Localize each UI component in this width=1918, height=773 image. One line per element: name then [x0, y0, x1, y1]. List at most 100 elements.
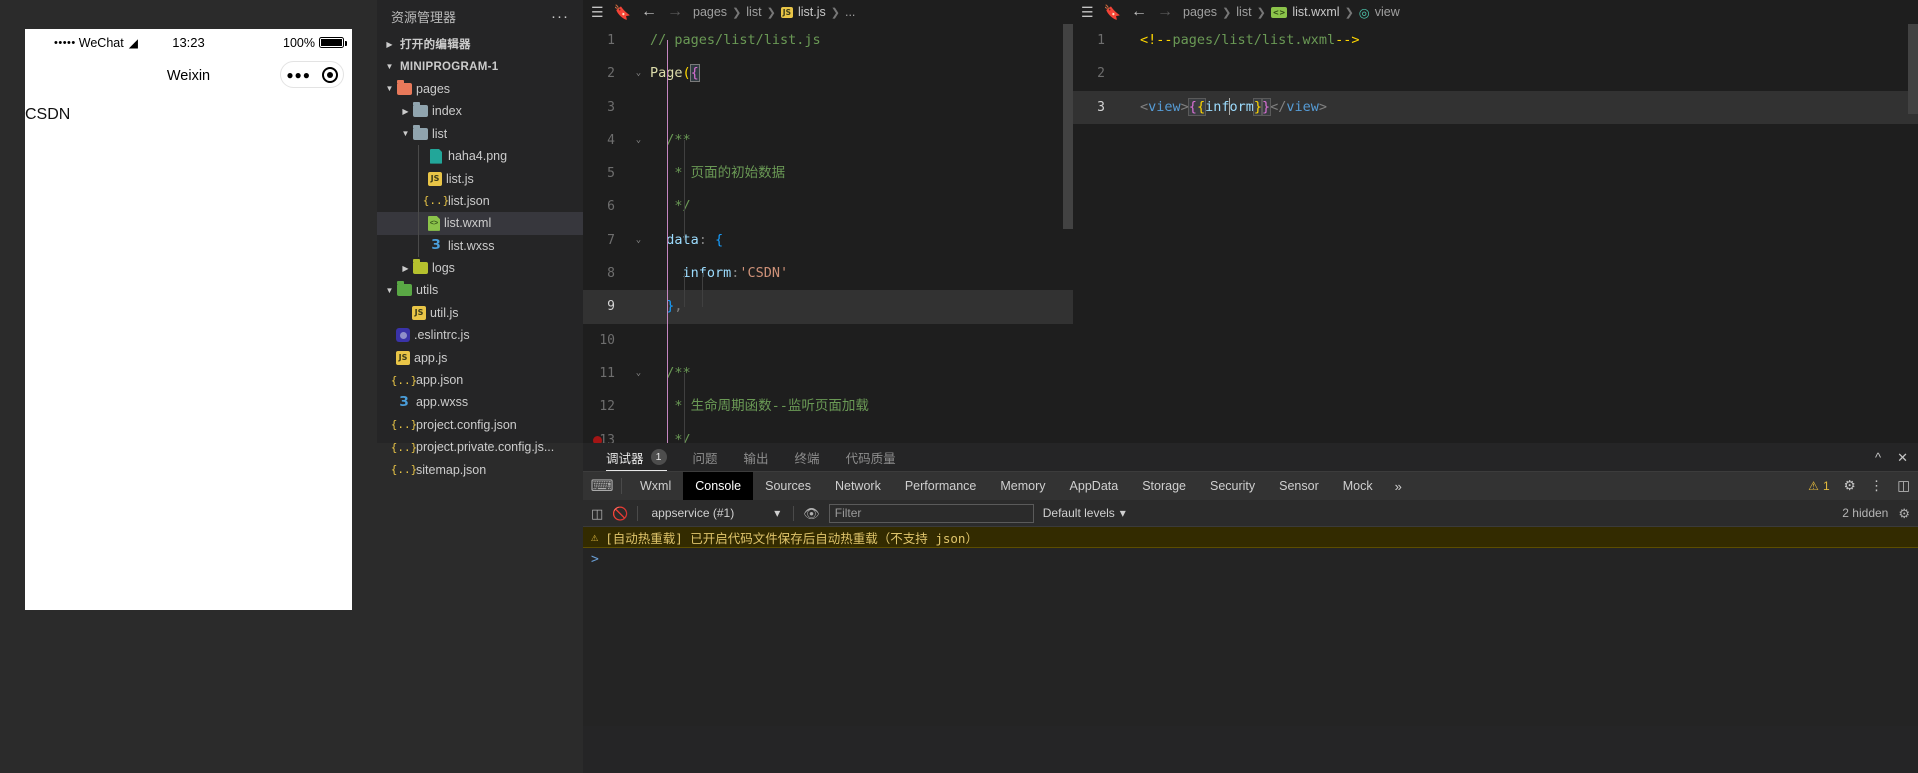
explorer-section-open-editors[interactable]: ▶ 打开的编辑器	[377, 33, 583, 55]
devtools-tab-mock[interactable]: Mock	[1331, 472, 1385, 501]
breadcrumb-item-list[interactable]: list	[1236, 5, 1251, 19]
fold-chevron-icon[interactable]: ⌄	[631, 357, 646, 390]
console-context-select[interactable]: appservice (#1) ▾	[647, 506, 784, 520]
code-line[interactable]: 2 ⌄Page({	[583, 57, 1073, 90]
tree-item-utils[interactable]: ▼ utils	[377, 279, 583, 301]
console-levels-select[interactable]: Default levels ▾	[1043, 506, 1126, 520]
code-line[interactable]: 7 ⌄ data: {	[583, 224, 1073, 257]
breadcrumb-item-pages[interactable]: pages	[693, 5, 727, 19]
fold-chevron-icon[interactable]: ⌄	[631, 124, 646, 157]
fold-chevron-icon[interactable]: ⌄	[631, 57, 646, 90]
chevron-down-icon[interactable]: ▼	[383, 84, 396, 93]
tree-item-haha4-png[interactable]: haha4.png	[377, 145, 583, 167]
close-icon[interactable]: ✕	[1897, 451, 1908, 464]
code-line[interactable]: 1 <!--pages/list/list.wxml-->	[1073, 24, 1918, 57]
tree-item--eslintrc-js[interactable]: .eslintrc.js	[377, 324, 583, 346]
tree-item-list[interactable]: ▼ list	[377, 123, 583, 145]
code-line[interactable]: 11 ⌄ /**	[583, 357, 1073, 390]
tree-item-app-wxss[interactable]: Зapp.wxss	[377, 391, 583, 413]
chevron-up-icon[interactable]: ^	[1875, 451, 1881, 464]
devtools-tab-sources[interactable]: Sources	[753, 472, 823, 501]
debugger-tab[interactable]: 问题	[680, 443, 731, 471]
capsule-buttons[interactable]: ●●●	[280, 61, 344, 88]
breadcrumb-wxml[interactable]: pages ❯ list ❯ <> list.wxml ❯ ◎ view	[1183, 5, 1400, 20]
code-line[interactable]: 1 // pages/list/list.js	[583, 24, 1073, 57]
bookmark-icon[interactable]: 🔖	[614, 5, 631, 19]
bookmark-icon[interactable]: 🔖	[1104, 5, 1121, 19]
tree-item-app-js[interactable]: JS app.js	[377, 346, 583, 368]
debugger-tab[interactable]: 调试器 1	[593, 443, 680, 471]
debugger-tab[interactable]: 输出	[731, 443, 782, 471]
devtools-tab-appdata[interactable]: AppData	[1058, 472, 1131, 501]
code-line[interactable]: 2	[1073, 57, 1918, 90]
console-settings-gear-icon[interactable]: ⚙	[1898, 507, 1910, 520]
tree-item-list-wxml[interactable]: <> list.wxml	[377, 212, 583, 235]
tree-item-project-config-json[interactable]: {..} project.config.json	[377, 414, 583, 436]
console-warning-message[interactable]: ⚠ [自动热重载] 已开启代码文件保存后自动热重载（不支持 json）	[583, 527, 1918, 548]
more-dots-icon[interactable]: ●●●	[286, 69, 311, 81]
console-filter-input[interactable]: Filter	[828, 503, 1034, 523]
chevron-down-icon[interactable]: ▼	[383, 286, 396, 295]
breakpoint-icon[interactable]	[593, 435, 602, 443]
devtools-tab-memory[interactable]: Memory	[988, 472, 1057, 501]
chevron-right-icon[interactable]: ▶	[399, 264, 412, 273]
console-input-prompt[interactable]: >	[583, 548, 1918, 570]
target-icon[interactable]	[321, 66, 338, 83]
code-area-js[interactable]: 1// pages/list/list.js2⌄Page({34⌄ /**5 *…	[583, 24, 1073, 443]
devtools-tab-sensor[interactable]: Sensor	[1267, 472, 1331, 501]
explorer-section-project[interactable]: ▼ MINIPROGRAM-1	[377, 55, 583, 77]
tree-item-list-js[interactable]: JS list.js	[377, 167, 583, 189]
dock-side-icon[interactable]: ◫	[1897, 479, 1910, 493]
phone-preview[interactable]: ••••• WeChat ◢ 13:23 100% Weixin ●●● CSD…	[25, 29, 352, 610]
devtools-tab-network[interactable]: Network	[823, 472, 893, 501]
breadcrumb-js[interactable]: pages ❯ list ❯ JS list.js ❯ ...	[693, 5, 855, 19]
fold-chevron-icon[interactable]: ⌄	[631, 224, 646, 257]
breadcrumb-item-file[interactable]: list.js	[798, 5, 826, 19]
breadcrumb-item-more[interactable]: ...	[845, 5, 855, 19]
devtools-tab-wxml[interactable]: Wxml	[628, 472, 683, 501]
console-sidebar-icon[interactable]: ◫	[591, 507, 603, 520]
more-tabs-icon[interactable]: »	[1385, 479, 1412, 494]
breadcrumb-item-list[interactable]: list	[746, 5, 761, 19]
breadcrumb-item-view[interactable]: view	[1375, 5, 1400, 19]
list-outline-icon[interactable]: ☰	[591, 5, 604, 19]
list-outline-icon[interactable]: ☰	[1081, 5, 1094, 19]
code-line[interactable]: 13 */	[583, 424, 1073, 443]
chevron-down-icon[interactable]: ▼	[399, 129, 412, 138]
kebab-menu-icon[interactable]: ⋮	[1870, 479, 1884, 493]
devtools-tab-performance[interactable]: Performance	[893, 472, 989, 501]
code-line[interactable]: 6 */	[583, 190, 1073, 223]
debugger-tab[interactable]: 代码质量	[833, 443, 909, 471]
devtools-tab-security[interactable]: Security	[1198, 472, 1267, 501]
devtools-tab-storage[interactable]: Storage	[1130, 472, 1198, 501]
code-line[interactable]: 4 ⌄ /**	[583, 124, 1073, 157]
arrow-left-icon[interactable]: ←	[1131, 4, 1147, 20]
tree-item-list-wxss[interactable]: Зlist.wxss	[377, 235, 583, 257]
tree-item-pages[interactable]: ▼ pages	[377, 78, 583, 100]
clear-console-icon[interactable]: 🚫	[612, 507, 628, 520]
tree-item-list-json[interactable]: {..} list.json	[377, 190, 583, 212]
arrow-right-icon[interactable]: →	[1157, 4, 1173, 20]
arrow-left-icon[interactable]: ←	[641, 4, 657, 20]
settings-gear-icon[interactable]: ⚙	[1844, 479, 1856, 493]
code-line[interactable]: 5 * 页面的初始数据	[583, 157, 1073, 190]
tree-item-index[interactable]: ▶ index	[377, 100, 583, 122]
warning-count-badge[interactable]: ⚠ 1	[1808, 479, 1829, 493]
code-line[interactable]: 3 <view>{{inform}}</view>	[1073, 90, 1918, 124]
tree-item-sitemap-json[interactable]: {..} sitemap.json	[377, 458, 583, 480]
code-area-wxml[interactable]: 1 <!--pages/list/list.wxml--> 2 3 <view>{{in…	[1073, 24, 1918, 124]
tree-item-project-private-config-js-[interactable]: {..} project.private.config.js...	[377, 436, 583, 458]
devtools-tab-console[interactable]: Console	[683, 471, 754, 501]
live-expression-eye-icon[interactable]: 👁	[803, 507, 820, 520]
code-line[interactable]: 3	[583, 91, 1073, 124]
arrow-right-icon[interactable]: →	[667, 4, 683, 20]
editor-wxml-scrollbar[interactable]	[1908, 24, 1918, 114]
tree-item-app-json[interactable]: {..} app.json	[377, 369, 583, 391]
code-line[interactable]: 8 inform:'CSDN'	[583, 257, 1073, 290]
code-line[interactable]: 10	[583, 324, 1073, 357]
chevron-right-icon[interactable]: ▶	[399, 107, 412, 116]
editor-js-scrollbar[interactable]	[1063, 24, 1073, 229]
debugger-tab[interactable]: 终端	[782, 443, 833, 471]
inspect-element-icon[interactable]: ⌨	[589, 475, 615, 497]
breadcrumb-item-pages[interactable]: pages	[1183, 5, 1217, 19]
